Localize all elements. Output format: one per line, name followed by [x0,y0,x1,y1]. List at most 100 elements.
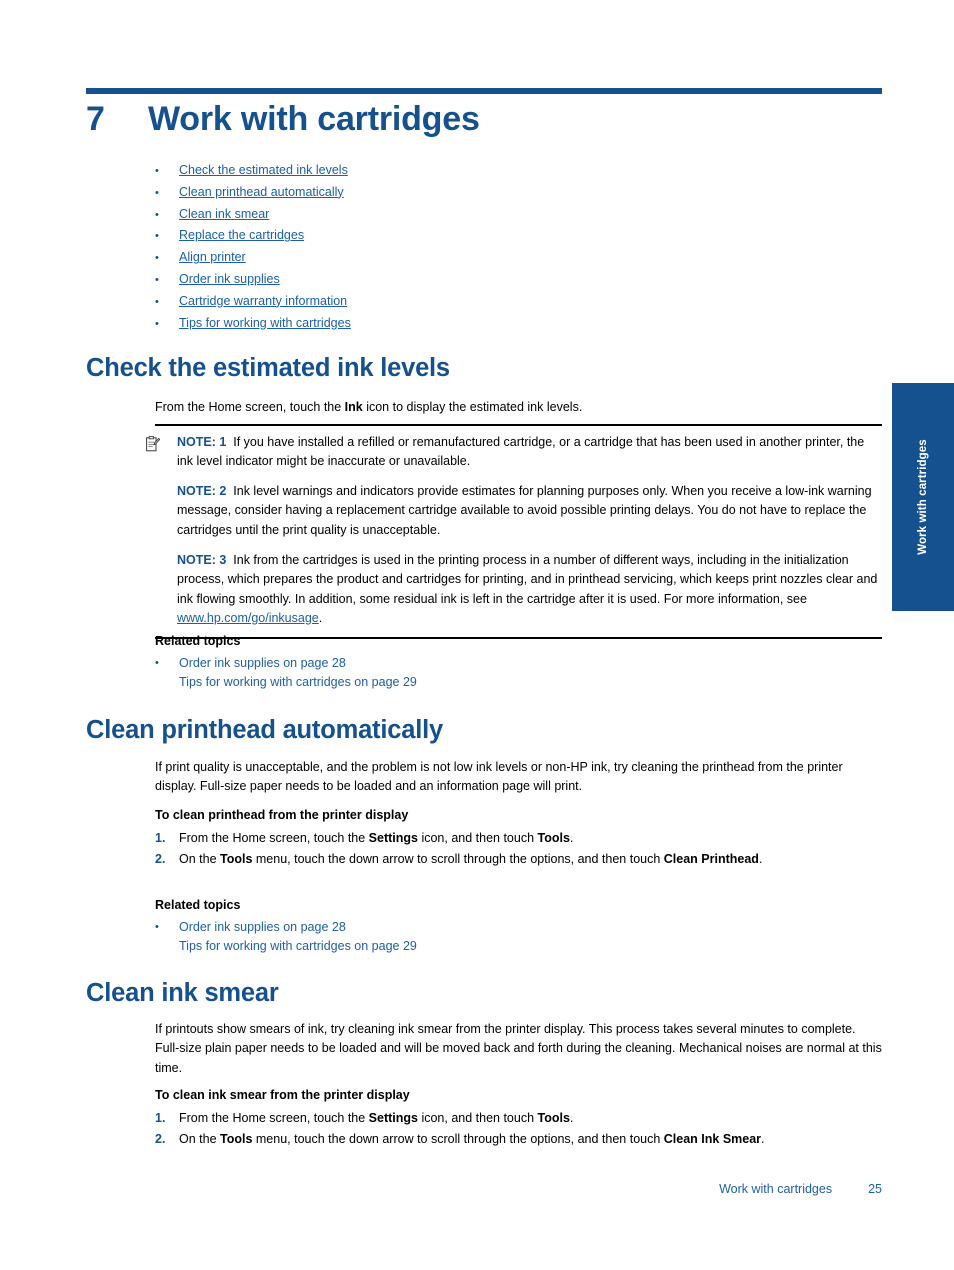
related-topics-links: Order ink supplies on page 28 Tips for w… [179,654,882,693]
note-3-body-pre: Ink from the cartridges is used in the p… [177,553,878,606]
step-bold-tools: Tools [537,1111,570,1126]
note-block-body: NOTE: 1 If you have installed a refilled… [146,426,882,638]
step-text-mid: icon, and then touch [417,1111,538,1126]
chapter-title: Work with cartridges [148,100,480,138]
toc-link-align-printer[interactable]: Align printer [179,247,246,268]
related-link-order-ink-supplies[interactable]: Order ink supplies on page 28 [179,918,882,937]
section3-body-paragraph: If printouts show smears of ink, try cle… [155,1022,882,1075]
footer-chapter-name: Work with cartridges [719,1182,833,1196]
toc-link-order-ink-supplies[interactable]: Order ink supplies [179,269,280,290]
step-text-pre: On the [179,1131,220,1146]
note-2: NOTE: 2 Ink level warnings and indicator… [155,482,882,540]
related-topics-row: • Order ink supplies on page 28 Tips for… [155,654,882,693]
side-thumb-tab: Work with cartridges [892,383,954,611]
toc-item: • Cartridge warranty information [155,291,855,313]
step-number: 2. [155,1131,166,1146]
toc-item: • Replace the cartridges [155,225,855,247]
toc-item: • Check the estimated ink levels [155,160,855,182]
step-text: On the Tools menu, touch the down arrow … [179,849,882,870]
step-text-mid: menu, touch the down arrow to scroll thr… [252,1131,664,1146]
note-1: NOTE: 1 If you have installed a refilled… [155,433,882,472]
procedure-title: To clean ink smear from the printer disp… [155,1088,410,1102]
step-bold-tools: Tools [220,1131,253,1146]
side-thumb-tab-label: Work with cartridges [917,439,929,555]
section1-intro-paragraph: From the Home screen, touch the Ink icon… [155,398,882,417]
step-text-post: . [569,831,574,846]
bullet-icon: • [155,657,159,669]
toc-link-replace-the-cartridges[interactable]: Replace the cartridges [179,225,304,246]
step-bold-tools: Tools [537,831,570,846]
related-topics-links: Order ink supplies on page 28 Tips for w… [179,918,882,957]
step-text-pre: On the [179,851,220,866]
procedure-title: To clean printhead from the printer disp… [155,808,409,822]
toc-item: • Order ink supplies [155,269,855,291]
toc-link-check-estimated-ink-levels[interactable]: Check the estimated ink levels [179,160,348,181]
procedure-step: 2. On the Tools menu, touch the down arr… [155,849,882,870]
bullet-icon: • [155,921,159,933]
step-bold-clean-ink-smear: Clean Ink Smear [663,1131,762,1146]
toc-link-clean-printhead-automatically[interactable]: Clean printhead automatically [179,182,344,203]
step-number: 2. [155,851,166,866]
procedure-clean-printhead: To clean printhead from the printer disp… [155,806,882,869]
toc-item: • Clean printhead automatically [155,182,855,204]
toc-link-cartridge-warranty-information[interactable]: Cartridge warranty information [179,291,347,312]
toc-item: • Align printer [155,247,855,269]
note-3: NOTE: 3 Ink from the cartridges is used … [155,551,882,628]
procedure-step: 1. From the Home screen, touch the Setti… [155,1108,882,1129]
chapter-number: 7 [86,100,105,138]
chapter-toc-list: • Check the estimated ink levels • Clean… [155,160,855,334]
note-1-body: If you have installed a refilled or rema… [177,434,865,468]
bullet-icon: • [155,208,159,221]
step-number: 1. [155,1111,166,1126]
footer-page-number: 25 [868,1182,882,1196]
toc-link-tips-for-working-with-cartridges[interactable]: Tips for working with cartridges [179,313,351,334]
note-2-body: Ink level warnings and indicators provid… [177,484,872,537]
step-text: From the Home screen, touch the Settings… [179,1108,882,1129]
step-number: 1. [155,831,166,846]
document-page: 7 Work with cartridges • Check the estim… [0,0,954,1270]
step-text-pre: From the Home screen, touch the [179,831,369,846]
step-text-mid: menu, touch the down arrow to scroll thr… [252,851,664,866]
chapter-heading: 7 Work with cartridges [86,98,886,140]
toc-item: • Clean ink smear [155,204,855,226]
step-text-pre: From the Home screen, touch the [179,1111,369,1126]
related-link-order-ink-supplies[interactable]: Order ink supplies on page 28 [179,654,882,673]
step-bold-settings: Settings [368,1111,418,1126]
bullet-icon: • [155,165,159,177]
related-link-tips-for-working-with-cartridges[interactable]: Tips for working with cartridges on page… [179,937,882,956]
section1-intro-pre: From the Home screen, touch the [155,400,345,414]
note-2-label: NOTE: 2 [177,484,227,499]
toc-link-clean-ink-smear[interactable]: Clean ink smear [179,204,269,225]
procedure-clean-ink-smear: To clean ink smear from the printer disp… [155,1086,882,1149]
related-topics-title: Related topics [155,634,241,648]
bullet-icon: • [155,230,159,243]
bullet-icon: • [155,317,159,330]
step-bold-settings: Settings [368,831,418,846]
bullet-icon: • [155,273,159,286]
related-topics-title: Related topics [155,898,241,912]
step-text-mid: icon, and then touch [417,831,538,846]
section-heading-clean-ink-smear: Clean ink smear [86,979,279,1007]
step-text: On the Tools menu, touch the down arrow … [179,1129,882,1150]
toc-item: • Tips for working with cartridges [155,313,855,335]
related-topics-row: • Order ink supplies on page 28 Tips for… [155,918,882,957]
procedure-step: 1. From the Home screen, touch the Setti… [155,828,882,849]
note-clipboard-icon [146,435,161,452]
bullet-icon: • [155,252,159,265]
step-text-post: . [569,1111,574,1126]
related-topics-section1: Related topics • Order ink supplies on p… [155,632,882,693]
section2-body-paragraph: If print quality is unacceptable, and th… [155,760,843,794]
step-text-post: . [761,1131,765,1146]
chapter-top-rule [86,88,882,94]
bullet-icon: • [155,186,159,199]
page-footer: Work with cartridges 25 [86,1182,882,1196]
section1-intro-post: icon to display the estimated ink levels… [362,400,583,414]
bullet-icon: • [155,295,159,308]
inkusage-link[interactable]: www.hp.com/go/inkusage [177,611,319,625]
related-topics-section2: Related topics • Order ink supplies on p… [155,896,882,957]
note-block: NOTE: 1 If you have installed a refilled… [146,424,882,639]
related-link-tips-for-working-with-cartridges[interactable]: Tips for working with cartridges on page… [179,673,882,692]
note-3-body-post: . [318,610,323,625]
step-bold-tools: Tools [220,851,253,866]
step-text-post: . [758,851,763,866]
